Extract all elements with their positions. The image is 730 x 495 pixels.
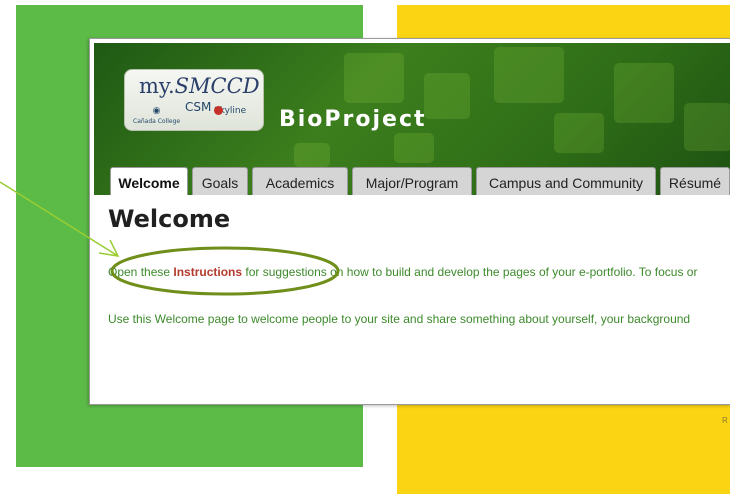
tab-campus-and-community[interactable]: Campus and Community: [476, 167, 656, 195]
tab-major-program[interactable]: Major/Program: [352, 167, 472, 195]
instructions-paragraph: Open these Instructions for suggestions …: [108, 265, 698, 279]
tab-resume[interactable]: Résumé: [660, 167, 730, 195]
browser-screenshot-frame: my.SMCCD ◉ Cañada College CSM Skyline Bio…: [89, 38, 730, 405]
welcome-paragraph: Use this Welcome page to welcome people …: [108, 312, 691, 326]
smccd-logo[interactable]: my.SMCCD ◉ Cañada College CSM Skyline: [124, 69, 264, 131]
csm-seal: CSM: [185, 100, 212, 114]
logo-wordmark: my.SMCCD: [139, 74, 260, 98]
tab-goals[interactable]: Goals: [192, 167, 248, 195]
tab-welcome[interactable]: Welcome: [110, 167, 188, 195]
page-heading: Welcome: [108, 205, 231, 233]
footer-text: R: [722, 416, 728, 425]
skyline-seal: Skyline: [214, 106, 247, 116]
tab-academics[interactable]: Academics: [252, 167, 348, 195]
instructions-link[interactable]: Instructions: [173, 265, 242, 279]
site-title: BioProject: [279, 107, 427, 132]
site-banner: my.SMCCD ◉ Cañada College CSM Skyline Bio…: [94, 43, 730, 195]
canada-college-seal: ◉ Cañada College: [133, 106, 181, 125]
